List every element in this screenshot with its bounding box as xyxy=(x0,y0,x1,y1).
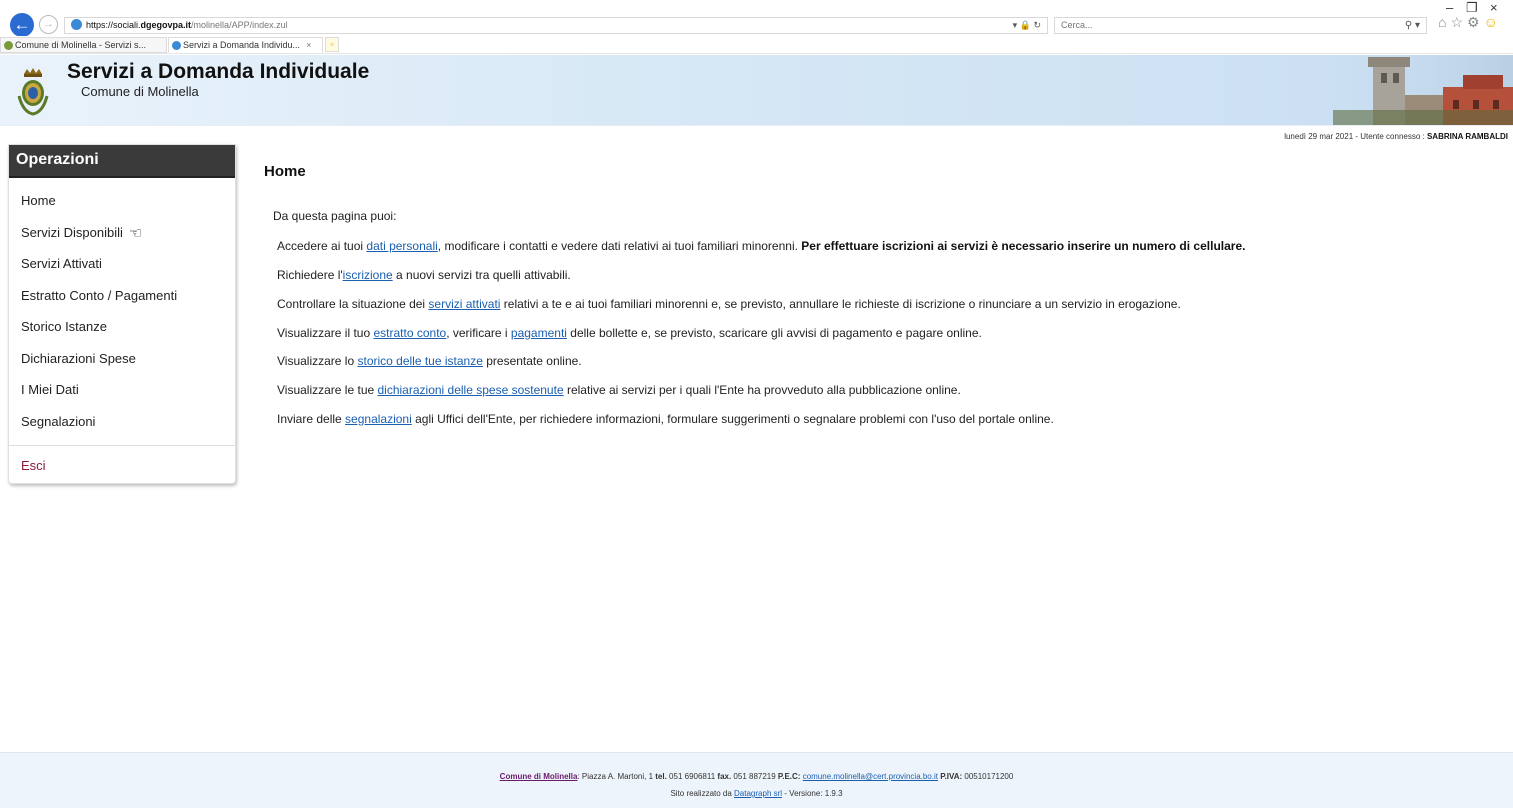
info-line-segnalazioni: Inviare delle segnalazioni agli Uffici d… xyxy=(277,412,1054,426)
sidebar-item-home[interactable]: Home xyxy=(9,193,235,225)
operations-sidebar: Operazioni Home Servizi Disponibili ☜ Ser… xyxy=(8,144,236,484)
search-box[interactable]: ⚲ ▾ xyxy=(1054,17,1427,34)
connected-user-name: SABRINA RAMBALDI xyxy=(1426,132,1508,141)
info-line-personal-data: Accedere ai tuoi dati personali, modific… xyxy=(277,239,1246,253)
footer-credits: Sito realizzato da Datagraph srl - Versi… xyxy=(670,789,843,798)
url-domain: dgegovpa.it xyxy=(140,20,192,30)
intro-text: Da questa pagina puoi: xyxy=(273,209,397,223)
current-date: lunedì 29 mar 2021 xyxy=(1284,132,1354,141)
sidebar-menu: Home Servizi Disponibili ☜ Servizi Attiva… xyxy=(9,178,235,487)
toolbar-icons: ⌂☆⚙☺ xyxy=(1438,14,1502,31)
estratto-conto-link[interactable]: estratto conto xyxy=(374,326,447,340)
pointing-hand-cursor-icon: ☜ xyxy=(128,224,143,242)
footer-contacts: Comune di Molinella: Piazza A. Martoni, … xyxy=(499,772,1014,781)
dropdown-icon[interactable]: ▾ xyxy=(1013,20,1018,30)
minimize-button[interactable]: – xyxy=(1446,0,1453,15)
sidebar-item-servizi-attivati[interactable]: Servizi Attivati xyxy=(9,256,235,288)
info-line-servizi-attivati: Controllare la situazione dei servizi at… xyxy=(277,297,1181,311)
forward-arrow-icon[interactable]: → xyxy=(39,15,58,34)
info-line-dichiarazioni: Visualizzare le tue dichiarazioni delle … xyxy=(277,383,961,397)
url-tools[interactable]: ▾ 🔒 ↻ xyxy=(1013,18,1041,33)
info-line-iscrizione: Richiedere l'iscrizione a nuovi servizi … xyxy=(277,268,571,282)
logout-link[interactable]: Esci xyxy=(9,445,235,487)
feedback-smiley-icon[interactable]: ☺ xyxy=(1484,14,1502,30)
castle-banner-image xyxy=(1313,55,1513,125)
iscrizione-link[interactable]: iscrizione xyxy=(343,268,393,282)
url-domain-pre: sociali. xyxy=(113,20,141,30)
sidebar-item-segnalazioni[interactable]: Segnalazioni xyxy=(9,414,235,446)
session-info-bar: lunedì 29 mar 2021 - Utente connesso : S… xyxy=(0,125,1513,144)
servizi-attivati-link[interactable]: servizi attivati xyxy=(428,297,500,311)
search-icon[interactable]: ⚲ ▾ xyxy=(1405,18,1420,33)
new-tab-button[interactable]: ▫ xyxy=(325,37,339,52)
sidebar-item-storico-istanze[interactable]: Storico Istanze xyxy=(9,319,235,351)
gear-icon[interactable]: ⚙ xyxy=(1467,14,1484,30)
tab-strip: Comune di Molinella - Servizi s... Servi… xyxy=(0,36,1513,54)
tab-servizi-domanda[interactable]: Servizi a Domanda Individu... × xyxy=(168,37,323,53)
connected-user-label: Utente connesso : xyxy=(1360,132,1425,141)
sidebar-item-servizi-disponibili[interactable]: Servizi Disponibili ☜ xyxy=(9,225,235,257)
page-title: Home xyxy=(264,163,306,180)
info-line-storico: Visualizzare lo storico delle tue istanz… xyxy=(277,354,582,368)
browser-toolbar: ← → https://sociali.dgegovpa.it/molinell… xyxy=(0,0,1513,37)
sidebar-item-miei-dati[interactable]: I Miei Dati xyxy=(9,382,235,414)
refresh-icon[interactable]: ↻ xyxy=(1033,20,1041,30)
info-line-estratto-conto: Visualizzare il tuo estratto conto, veri… xyxy=(277,326,982,340)
tab-comune-molinella[interactable]: Comune di Molinella - Servizi s... xyxy=(0,37,167,53)
pec-email-link[interactable]: comune.molinella@cert.provincia.bo.it xyxy=(803,772,938,781)
dati-personali-link[interactable]: dati personali xyxy=(366,239,437,253)
cellphone-notice: Per effettuare iscrizioni ai servizi è n… xyxy=(801,239,1246,253)
close-tab-icon[interactable]: × xyxy=(306,40,311,50)
site-title: Servizi a Domanda Individuale xyxy=(67,60,370,83)
close-window-button[interactable]: × xyxy=(1490,0,1498,15)
crest-favicon-icon xyxy=(4,41,13,50)
home-icon[interactable]: ⌂ xyxy=(1438,14,1450,30)
site-header: Servizi a Domanda Individuale Comune di … xyxy=(0,55,1513,125)
page-footer: Comune di Molinella: Piazza A. Martoni, … xyxy=(0,752,1513,808)
lock-icon: 🔒 xyxy=(1019,20,1031,30)
sidebar-heading: Operazioni xyxy=(9,145,235,178)
municipal-crest-icon xyxy=(17,68,49,116)
favorites-star-icon[interactable]: ☆ xyxy=(1450,14,1467,30)
address-bar[interactable]: https://sociali.dgegovpa.it/molinella/AP… xyxy=(64,17,1048,34)
search-input[interactable] xyxy=(1061,20,1361,30)
dichiarazioni-spese-link[interactable]: dichiarazioni delle spese sostenute xyxy=(378,383,564,397)
pagamenti-link[interactable]: pagamenti xyxy=(511,326,567,340)
back-arrow-icon[interactable]: ← xyxy=(10,13,34,37)
site-subtitle: Comune di Molinella xyxy=(81,84,199,99)
segnalazioni-link[interactable]: segnalazioni xyxy=(345,412,412,426)
ie-favicon-icon xyxy=(172,41,181,50)
sidebar-item-dichiarazioni-spese[interactable]: Dichiarazioni Spese xyxy=(9,351,235,383)
datagraph-link[interactable]: Datagraph srl xyxy=(734,789,782,798)
sidebar-item-estratto-conto[interactable]: Estratto Conto / Pagamenti xyxy=(9,288,235,320)
ie-page-icon xyxy=(71,19,82,30)
comune-link[interactable]: Comune di Molinella xyxy=(500,772,578,781)
url-path: /molinella/APP/index.zul xyxy=(191,20,288,30)
storico-istanze-link[interactable]: storico delle tue istanze xyxy=(357,354,482,368)
